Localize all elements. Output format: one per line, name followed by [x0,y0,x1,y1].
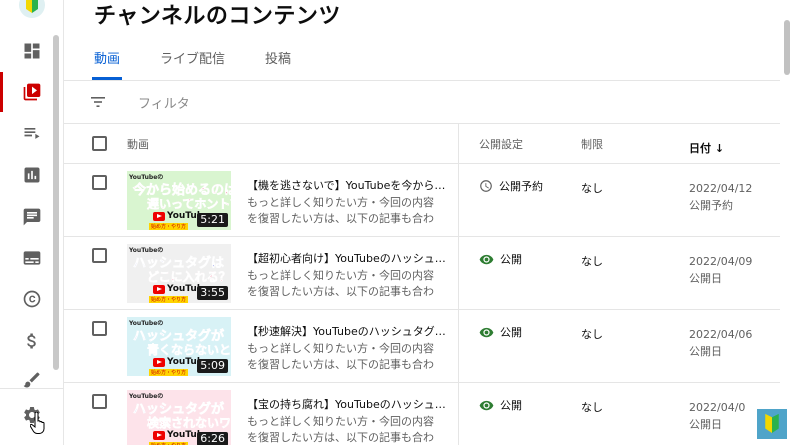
date-cell: 2022/04/09 公開日 [689,253,752,287]
table-row[interactable]: YouTubeの今から始めるのは遅いってホント？YouTube始め方・やり方5:… [64,164,780,237]
thumbnail-title-line2: どこに入れる？ [147,270,231,285]
restriction-cell: なし [581,328,603,341]
video-title[interactable]: 【機を逃さないで】YouTubeを今から… [247,177,447,193]
video-duration: 3:55 [197,286,228,300]
row-checkbox[interactable] [92,321,107,336]
tab-videos[interactable]: 動画 [91,46,123,80]
sidebar [0,0,64,445]
header-video: 動画 [127,138,149,151]
date-value: 2022/04/06 [689,328,753,341]
tab-live[interactable]: ライブ配信 [160,46,225,80]
page-scrollbar-thumb[interactable] [784,20,790,75]
sidebar-divider [0,388,64,389]
play-icon [153,357,165,367]
row-checkbox[interactable] [92,248,107,263]
restriction-cell: なし [581,401,603,414]
comments-icon [23,208,41,226]
visibility-label: 公開 [500,326,522,339]
filter-input[interactable]: フィルタ [138,93,190,112]
beginner-badge [757,409,787,439]
date-status: 公開日 [689,345,722,358]
visibility-cell[interactable]: 公開 [479,397,522,413]
header-visibility[interactable]: 公開設定 [479,136,523,152]
page-scrollbar[interactable] [780,0,795,445]
thumbnail-title-line2: 遅いってホント？ [147,197,231,212]
visibility-label: 公開予約 [499,180,543,193]
video-title[interactable]: 【超初心者向け】YouTubeのハッシュ… [247,250,447,266]
table-row[interactable]: YouTubeのハッシュタグが検索されないワケYouTube始め方・やり方6:2… [64,383,780,445]
play-icon [153,430,165,440]
sidebar-scrollbar[interactable] [53,35,59,370]
thumbnail-title-line2: 検索されないワケ [147,416,231,431]
channel-avatar[interactable] [19,0,45,18]
monetization-icon [27,333,36,349]
table-header: 動画 公開設定 制限 日付 ↓ [64,124,780,164]
play-icon [153,284,165,294]
visibility-label: 公開 [500,253,522,266]
dashboard-icon [24,43,40,59]
visibility-label: 公開 [500,399,522,412]
date-cell: 2022/04/06 公開日 [689,326,752,360]
beginner-mark-icon [765,413,779,433]
video-description: もっと詳しく知りたい方・今回の内容を復習したい方は、以下の記事も合わせて… [247,196,434,225]
restriction-cell: なし [581,182,603,195]
date-value: 2022/04/12 [689,182,753,195]
column-divider [458,124,459,445]
hand-cursor-icon [30,412,45,434]
visibility-cell[interactable]: 公開予約 [479,178,543,194]
video-duration: 5:21 [197,213,228,227]
date-status: 公開日 [689,418,722,431]
header-date[interactable]: 日付 ↓ [689,140,724,157]
analytics-icon [24,167,40,183]
date-status: 公開日 [689,272,722,285]
eye-icon [479,254,494,264]
video-thumbnail[interactable]: YouTubeのハッシュタグが青くならないときはYouTube始め方・やり方5:… [127,317,231,376]
tab-posts[interactable]: 投稿 [265,46,291,80]
select-all-checkbox[interactable] [92,136,107,151]
thumbnail-title-line2: 青くならないときは [147,343,231,358]
date-value: 2022/04/09 [689,255,753,268]
eye-icon [479,400,494,410]
main-content: チャンネルのコンテンツ 動画 ライブ配信 投稿 フィルタ 動画 公開設定 制限 … [64,0,780,445]
studio-window: チャンネルのコンテンツ 動画 ライブ配信 投稿 フィルタ 動画 公開設定 制限 … [0,0,795,445]
copyright-icon [23,290,41,308]
video-description: もっと詳しく知りたい方・今回の内容を復習したい方は、以下の記事も合わせて… [247,342,434,371]
beginner-mark-icon [26,0,38,13]
video-title[interactable]: 【宝の持ち腐れ】YouTubeのハッシュ… [247,396,447,412]
video-duration: 5:09 [197,359,228,373]
thumbnail-tag: 始め方・やり方 [149,223,189,230]
video-title[interactable]: 【秒速解決】YouTubeのハッシュタグ… [247,323,447,339]
customization-icon [23,372,40,388]
header-restrictions[interactable]: 制限 [581,136,603,152]
visibility-cell[interactable]: 公開 [479,324,522,340]
video-thumbnail[interactable]: YouTubeのハッシュタグが検索されないワケYouTube始め方・やり方6:2… [127,390,231,445]
playlist-icon [24,128,40,139]
row-checkbox[interactable] [92,394,107,409]
filter-icon[interactable] [90,95,106,109]
video-description: もっと詳しく知りたい方・今回の内容を復習したい方は、以下の記事も合わせて… [247,269,434,298]
content-icon [23,83,41,101]
video-duration: 6:26 [197,432,228,445]
thumbnail-tag: 始め方・やり方 [149,296,189,303]
date-cell: 2022/04/0 公開日 [689,399,745,433]
date-status: 公開予約 [689,199,733,212]
date-cell: 2022/04/12 公開予約 [689,180,752,214]
row-checkbox[interactable] [92,175,107,190]
filter-bar[interactable]: フィルタ [64,81,780,124]
play-icon [153,211,165,221]
video-thumbnail[interactable]: YouTubeの ハッシュタグは どこに入れる？ YouTube 始め方・やり方 3:55 [127,244,231,303]
date-value: 2022/04/0 [689,401,746,414]
restriction-cell: なし [581,255,603,268]
table-row[interactable]: YouTubeのハッシュタグが青くならないときはYouTube始め方・やり方5:… [64,310,780,383]
tab-bar: 動画 ライブ配信 投稿 [91,46,331,80]
subtitles-icon [23,251,41,265]
eye-icon [479,327,494,337]
page-title: チャンネルのコンテンツ [94,4,341,29]
video-thumbnail[interactable]: YouTubeの今から始めるのは遅いってホント？YouTube始め方・やり方5:… [127,171,231,230]
clock-icon [480,180,492,192]
visibility-cell[interactable]: 公開 [479,251,522,267]
table-row[interactable]: YouTubeの ハッシュタグは どこに入れる？ YouTube 始め方・やり方 3:55… [64,237,780,310]
video-description: もっと詳しく知りたい方・今回の内容を復習したい方は、以下の記事も合わせて… [247,415,434,444]
thumbnail-tag: 始め方・やり方 [149,369,189,376]
